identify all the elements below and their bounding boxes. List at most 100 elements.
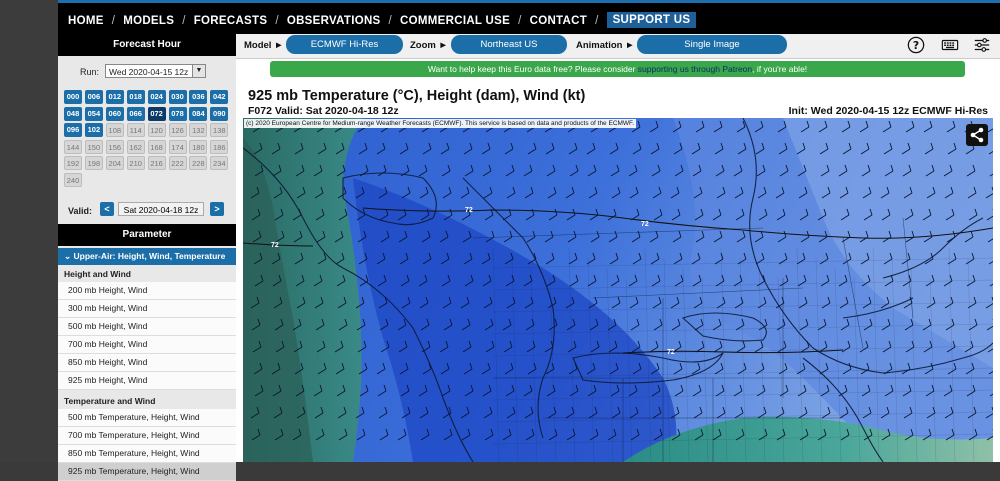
previous-hour-button[interactable]: < [100, 202, 114, 216]
parameter-item[interactable]: 925 mb Temperature, Height, Wind [58, 463, 236, 481]
nav-item-support-us[interactable]: SUPPORT US [606, 12, 697, 28]
forecast-hour-018[interactable]: 018 [126, 90, 145, 104]
contour-label: 72 [271, 242, 279, 249]
nav-accent-line [58, 0, 1000, 3]
forecast-hour-header: Forecast Hour [58, 34, 236, 56]
banner-text: Want to help keep this Euro data free? P… [427, 64, 638, 74]
nav-item: MODELS [123, 15, 174, 27]
sidebar: Forecast Hour Run: Wed 2020-04-15 12z ▼ … [58, 34, 236, 481]
forecast-hour-072[interactable]: 072 [147, 106, 166, 121]
svg-text:?: ? [913, 39, 919, 52]
forecast-hour-216: 216 [147, 156, 166, 171]
model-button[interactable]: ECMWF Hi-Res [286, 35, 403, 54]
forecast-hour-048[interactable]: 048 [64, 106, 82, 121]
nav-item-commercial-use[interactable]: COMMERCIAL USE [400, 15, 510, 27]
contour-label: 72 [667, 349, 675, 356]
forecast-hour-240: 240 [64, 173, 82, 187]
nav-item: COMMERCIAL USE [400, 15, 510, 27]
nav-item-home[interactable]: HOME [68, 15, 104, 27]
forecast-hour-030[interactable]: 030 [168, 90, 187, 104]
nav-separator: / [182, 15, 186, 27]
run-label: Run: [80, 67, 100, 77]
forecast-hour-126: 126 [168, 123, 187, 138]
forecast-hour-066[interactable]: 066 [126, 106, 145, 121]
parameter-item[interactable]: 300 mb Height, Wind [58, 300, 236, 318]
forecast-hour-108: 108 [105, 123, 124, 138]
forecast-hour-162: 162 [126, 139, 145, 154]
nav-item-models[interactable]: MODELS [123, 15, 174, 27]
parameter-category-label: Upper-Air: Height, Wind, Temperature [73, 251, 226, 261]
map-copyright: (c) 2020 European Centre for Medium-rang… [244, 119, 637, 128]
banner-text-end: , if you're able! [752, 64, 808, 74]
nav-separator: / [111, 15, 116, 27]
contour-label: 72 [641, 221, 649, 228]
chevron-down-icon[interactable]: ▼ [192, 65, 205, 77]
forecast-hour-192: 192 [64, 156, 82, 171]
parameter-item[interactable]: 700 mb Height, Wind [58, 336, 236, 354]
forecast-hour-000[interactable]: 000 [64, 90, 82, 104]
zoom-button[interactable]: Northeast US [451, 35, 567, 54]
map-init-time: Init: Wed 2020-04-15 12z ECMWF Hi-Res [788, 105, 988, 117]
forecast-hour-012[interactable]: 012 [105, 90, 124, 104]
forecast-hour-102[interactable]: 102 [84, 123, 103, 138]
parameter-item[interactable]: 700 mb Temperature, Height, Wind [58, 427, 236, 445]
map-toolbar: Model ► ECMWF Hi-Res Zoom ► Northeast US… [236, 34, 1000, 59]
help-icon[interactable]: ? [906, 36, 926, 54]
forecast-hour-042[interactable]: 042 [210, 90, 229, 104]
forecast-hour-222: 222 [168, 156, 187, 171]
nav-item-observations[interactable]: OBSERVATIONS [287, 15, 381, 27]
run-select[interactable]: Wed 2020-04-15 12z ▼ [105, 64, 206, 78]
nav-item: HOME [68, 15, 104, 27]
nav-separator: / [518, 15, 522, 27]
forecast-hour-024[interactable]: 024 [147, 90, 166, 104]
nav-item-contact[interactable]: CONTACT [530, 15, 587, 27]
forecast-hour-156: 156 [105, 139, 124, 154]
forecast-hour-144: 144 [64, 139, 82, 154]
forecast-hour-204: 204 [105, 156, 124, 171]
forecast-hour-078[interactable]: 078 [168, 106, 187, 121]
parameter-category-selected[interactable]: ⌄ Upper-Air: Height, Wind, Temperature [58, 248, 236, 265]
settings-icon[interactable] [972, 36, 992, 54]
forecast-hour-198: 198 [84, 156, 103, 171]
forecast-hour-132: 132 [189, 123, 208, 138]
animation-button[interactable]: Single Image [637, 35, 787, 54]
model-label: Model ► [244, 40, 284, 51]
forecast-hour-120: 120 [147, 123, 166, 138]
forecast-map[interactable]: 72 72 72 72 [243, 118, 993, 462]
forecast-hour-150: 150 [84, 139, 103, 154]
nav-separator: / [388, 15, 393, 27]
parameter-item[interactable]: 200 mb Height, Wind [58, 282, 236, 300]
parameter-item[interactable]: 850 mb Temperature, Height, Wind [58, 445, 236, 463]
nav-item: FORECASTS [194, 15, 268, 27]
forecast-hour-090[interactable]: 090 [210, 106, 229, 121]
share-icon[interactable] [966, 124, 988, 146]
forecast-hour-228: 228 [189, 156, 208, 171]
forecast-hour-138: 138 [210, 123, 229, 138]
valid-time-display: Sat 2020-04-18 12z [118, 202, 204, 216]
map-valid-time: F072 Valid: Sat 2020-04-18 12z [248, 105, 399, 117]
keyboard-icon[interactable] [940, 36, 960, 54]
forecast-hour-084[interactable]: 084 [189, 106, 208, 121]
parameter-group-title: Height and Wind [58, 267, 236, 282]
forecast-hour-006[interactable]: 006 [84, 90, 103, 104]
top-navigation: HOME / MODELS / FORECASTS / OBSERVATIONS / COMME… [58, 0, 1000, 34]
forecast-hour-036[interactable]: 036 [189, 90, 208, 104]
zoom-label: Zoom ► [410, 40, 448, 51]
parameter-item[interactable]: 850 mb Height, Wind [58, 354, 236, 372]
forecast-hour-060[interactable]: 060 [105, 106, 124, 121]
parameter-item[interactable]: 925 mb Height, Wind [58, 372, 236, 390]
forecast-hour-054[interactable]: 054 [84, 106, 103, 121]
patreon-link[interactable]: supporting us through Patreon [638, 64, 752, 74]
forecast-map-image: 72727272 [243, 118, 993, 462]
parameter-list: Height and Wind 200 mb Height, Wind 300 mb… [58, 267, 236, 481]
parameter-item[interactable]: 500 mb Temperature, Height, Wind [58, 409, 236, 427]
parameter-item[interactable]: 500 mb Height, Wind [58, 318, 236, 336]
next-hour-button[interactable]: > [210, 202, 224, 216]
browser-side-strip [0, 0, 58, 462]
forecast-hour-096[interactable]: 096 [64, 123, 82, 138]
nav-list: HOME / MODELS / FORECASTS / OBSERVATIONS / COMME… [68, 12, 697, 28]
nav-item: OBSERVATIONS [287, 15, 381, 27]
nav-item-forecasts[interactable]: FORECASTS [194, 15, 268, 27]
parameter-header: Parameter [58, 224, 236, 246]
nav-separator: / [275, 15, 279, 27]
